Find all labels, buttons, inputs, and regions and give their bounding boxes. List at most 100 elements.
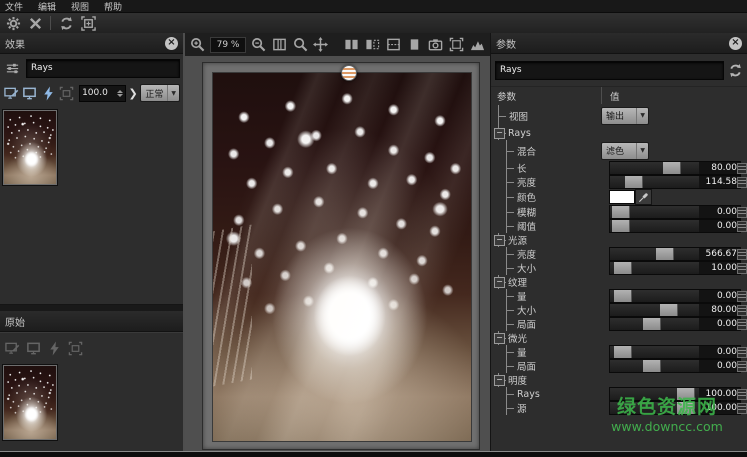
effect-name-field[interactable]: Rays <box>26 59 180 78</box>
slider-handle-brightness[interactable] <box>625 176 643 188</box>
frame-select-icon[interactable] <box>59 84 76 102</box>
slider-sh-phase[interactable]: 0.00 <box>609 359 741 373</box>
preset-name-field[interactable]: Rays <box>495 61 724 80</box>
slider-blur[interactable]: 0.00 <box>609 205 741 219</box>
original-panel-title: 原始 <box>5 314 25 329</box>
slider-handle-tx-phase[interactable] <box>643 318 661 330</box>
slider-handle-sh-phase[interactable] <box>643 360 661 372</box>
fit-frame-icon[interactable] <box>77 14 99 32</box>
opacity-spinner[interactable]: 100.0 <box>79 85 126 102</box>
slider-threshold[interactable]: 0.00 <box>609 219 741 233</box>
slider-handle-tx-size[interactable] <box>660 304 678 316</box>
slider-tx-amount[interactable]: 0.00 <box>609 289 741 303</box>
menu-item-文件[interactable]: 文件 <box>5 0 23 13</box>
split-view-icon[interactable] <box>270 36 288 54</box>
tree-line <box>506 219 507 233</box>
blend-mode-dropdown[interactable]: 正常▼ <box>140 84 180 102</box>
spinner-up-icon[interactable] <box>117 90 123 93</box>
tree-line <box>506 401 507 415</box>
edit-preview-icon[interactable] <box>3 84 20 102</box>
slider-handle-lt-source[interactable] <box>677 402 695 414</box>
slider-ls-size[interactable]: 10.00 <box>609 261 741 275</box>
slider-handle-blur[interactable] <box>612 206 630 218</box>
close-icon[interactable]: × <box>729 37 742 50</box>
keyframe-button-ls-brightness[interactable] <box>737 249 747 260</box>
close-icon[interactable]: × <box>165 37 178 50</box>
keyframe-button-brightness[interactable] <box>737 177 747 188</box>
keyframe-button-ls-size[interactable] <box>737 263 747 274</box>
slider-handle-ls-size[interactable] <box>614 262 632 274</box>
keyframe-button-sh-phase[interactable] <box>737 361 747 372</box>
original-thumbnail[interactable] <box>3 365 57 440</box>
keyframe-button-blur[interactable] <box>737 207 747 218</box>
slider-lt-source[interactable]: 100.00 <box>609 401 741 415</box>
close-icon[interactable] <box>24 14 46 32</box>
effect-section: Rays 100.0 ❯正常▼ <box>0 54 183 305</box>
keyframe-button-sh-amount[interactable] <box>737 347 747 358</box>
slider-sh-amount[interactable]: 0.00 <box>609 345 741 359</box>
snapshot-frame-icon[interactable] <box>447 36 465 54</box>
slider-handle-ls-brightness[interactable] <box>656 248 674 260</box>
slider-handle-tx-amount[interactable] <box>614 290 632 302</box>
spinner-arrows[interactable] <box>117 90 123 97</box>
dual-pane-dashed-icon[interactable] <box>363 36 381 54</box>
slider-lt-rays[interactable]: 100.00 <box>609 387 741 401</box>
keyframe-button-lt-source[interactable] <box>737 403 747 414</box>
zoom-out-icon[interactable] <box>249 36 267 54</box>
zoom-in-icon[interactable] <box>189 36 207 54</box>
histogram-icon[interactable] <box>468 36 486 54</box>
settings-icon[interactable] <box>2 14 24 32</box>
slider-tx-phase[interactable]: 0.00 <box>609 317 741 331</box>
h-split-icon[interactable] <box>384 36 402 54</box>
keyframe-button-lt-rays[interactable] <box>737 389 747 400</box>
single-pane-icon[interactable] <box>405 36 423 54</box>
menu-item-帮助[interactable]: 帮助 <box>104 0 122 13</box>
keyframe-button-threshold[interactable] <box>737 221 747 232</box>
slider-tx-size[interactable]: 80.00 <box>609 303 741 317</box>
param-label-view: 视图 <box>509 109 528 123</box>
slider-handle-lt-rays[interactable] <box>677 388 695 400</box>
menu-item-编辑[interactable]: 编辑 <box>38 0 56 13</box>
pan-icon[interactable] <box>312 36 330 54</box>
expander-icon[interactable]: − <box>494 235 505 246</box>
slider-handle-threshold[interactable] <box>612 220 630 232</box>
preview-image[interactable] <box>212 72 472 442</box>
menu-item-视图[interactable]: 视图 <box>71 0 89 13</box>
refresh-icon[interactable] <box>728 63 743 78</box>
dropdown-blend[interactable]: 滤色▼ <box>601 142 649 160</box>
expand-chevron-icon[interactable]: ❯ <box>128 87 138 100</box>
flash-icon[interactable] <box>40 84 57 102</box>
slider-handle-length[interactable] <box>663 162 681 174</box>
dropdown-view[interactable]: 输出▼ <box>601 107 649 125</box>
param-label-lightness: 明度 <box>508 373 527 387</box>
param-row-color: 颜色 <box>491 189 747 205</box>
camera-icon[interactable] <box>426 36 444 54</box>
eyedropper-button[interactable] <box>635 189 652 205</box>
spinner-down-icon[interactable] <box>117 94 123 97</box>
parameter-column-header: 参数 值 <box>491 87 747 104</box>
slider-handle-sh-amount[interactable] <box>614 346 632 358</box>
keyframe-button-tx-phase[interactable] <box>737 319 747 330</box>
opacity-value: 100.0 <box>82 88 108 98</box>
keyframe-button-length[interactable] <box>737 163 747 174</box>
effect-thumbnail[interactable] <box>3 110 57 185</box>
display-icon[interactable] <box>22 84 39 102</box>
viewer-canvas[interactable] <box>185 56 490 452</box>
color-swatch[interactable] <box>609 190 635 204</box>
magnifier-icon[interactable] <box>291 36 309 54</box>
slider-brightness[interactable]: 114.58 <box>609 175 741 189</box>
dual-pane-icon[interactable] <box>342 36 360 54</box>
slider-length[interactable]: 80.00 <box>609 161 741 175</box>
chevron-down-icon: ▼ <box>636 108 648 124</box>
keyframe-button-tx-size[interactable] <box>737 305 747 316</box>
refresh-icon[interactable] <box>55 14 77 32</box>
light-source-handle[interactable] <box>341 65 357 81</box>
keyframe-button-tx-amount[interactable] <box>737 291 747 302</box>
zoom-level-field[interactable]: 79 % <box>210 37 246 53</box>
expander-icon[interactable]: − <box>494 277 505 288</box>
expander-icon[interactable]: − <box>494 333 505 344</box>
slider-ls-brightness[interactable]: 566.67 <box>609 247 741 261</box>
expander-icon[interactable]: − <box>494 128 505 139</box>
flash-icon <box>45 339 64 357</box>
expander-icon[interactable]: − <box>494 375 505 386</box>
